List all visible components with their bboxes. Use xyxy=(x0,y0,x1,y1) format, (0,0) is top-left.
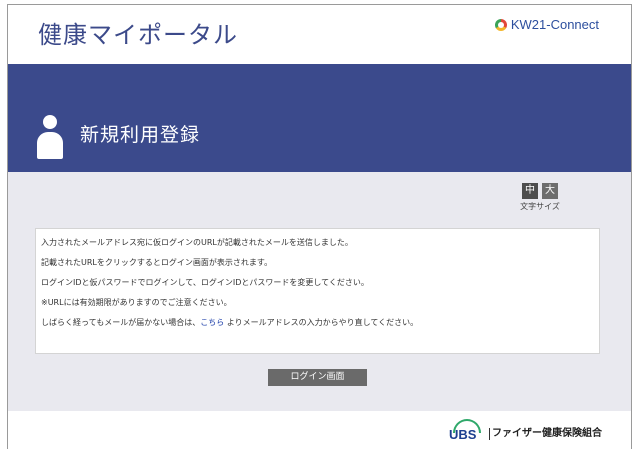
message-line: 入力されたメールアドレス宛に仮ログインのURLが記載されたメールを送信しました。 xyxy=(41,238,353,247)
person-icon-body xyxy=(37,132,63,159)
person-icon-head xyxy=(43,115,57,129)
font-size-buttons: 中 大 xyxy=(519,183,561,199)
message-line: ログインIDと仮パスワードでログインして、ログインIDとパスワードを変更してくだ… xyxy=(41,278,369,287)
retry-text-after: よりメールアドレスの入力からやり直してください。 xyxy=(224,318,419,327)
page-banner: 新規利用登録 xyxy=(8,64,631,172)
retry-link[interactable]: こちら xyxy=(200,318,224,327)
person-icon xyxy=(37,115,63,159)
page-title: 新規利用登録 xyxy=(80,124,201,146)
message-line-retry: しばらく経ってもメールが届かない場合は、こちら よりメールアドレスの入力からやり… xyxy=(41,318,599,328)
ubs-logo: UBS xyxy=(449,419,483,445)
page-frame: 健康マイポータル KW21-Connect 新規利用登録 中 大 文字サイズ 入… xyxy=(7,4,632,449)
brand-name: KW21-Connect xyxy=(510,17,599,32)
ring-logo-icon xyxy=(494,18,507,31)
font-size-switcher: 中 大 文字サイズ xyxy=(519,183,561,212)
font-size-medium-button[interactable]: 中 xyxy=(522,183,538,199)
font-size-large-button[interactable]: 大 xyxy=(542,183,558,199)
login-screen-button[interactable]: ログイン画面 xyxy=(268,369,367,386)
message-box: 入力されたメールアドレス宛に仮ログインのURLが記載されたメールを送信しました。… xyxy=(35,228,600,354)
ubs-logo-text: UBS xyxy=(449,427,477,442)
site-title: 健康マイポータル xyxy=(38,21,238,49)
retry-text-before: しばらく経ってもメールが届かない場合は、 xyxy=(41,318,201,327)
site-header: 健康マイポータル KW21-Connect xyxy=(8,5,631,64)
site-footer: UBS ファイザー健康保険組合 xyxy=(8,411,631,449)
message-line: ※URLには有効期限がありますのでご注意ください。 xyxy=(41,298,232,307)
brand-logo: KW21-Connect xyxy=(494,17,599,32)
font-size-caption: 文字サイズ xyxy=(520,202,560,211)
message-line: 記載されたURLをクリックするとログイン画面が表示されます。 xyxy=(41,258,273,267)
organization-name: ファイザー健康保険組合 xyxy=(489,428,602,440)
